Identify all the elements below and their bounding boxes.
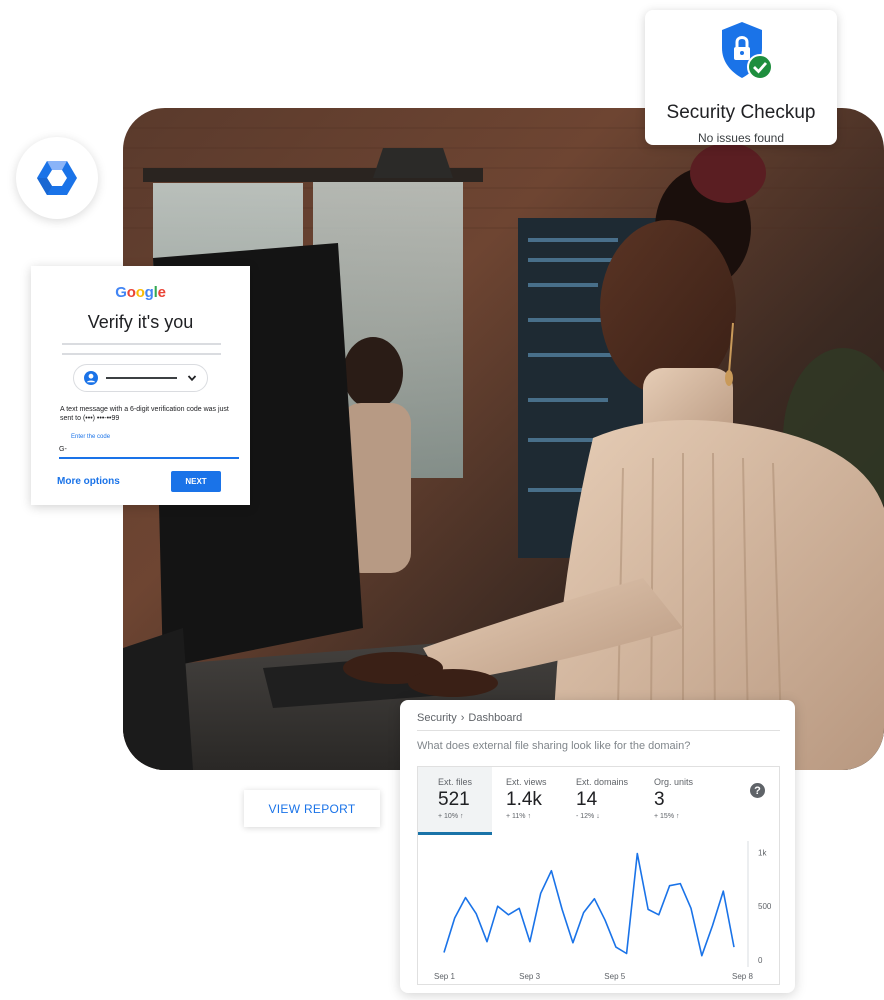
- more-options-link[interactable]: More options: [57, 476, 120, 487]
- metric-value: 3: [654, 789, 665, 810]
- metric-label: Ext. files: [438, 777, 473, 787]
- metric-org-units[interactable]: Org. units 3 + 15% ↑: [640, 767, 720, 835]
- metric-change: + 11% ↑: [506, 813, 531, 820]
- verification-message: A text message with a 6-digit verificati…: [60, 406, 229, 422]
- chevron-down-icon: [187, 375, 197, 382]
- divider: [62, 353, 221, 355]
- metric-value: 521: [438, 789, 470, 810]
- code-field-label: Enter the code: [71, 434, 111, 440]
- code-input[interactable]: G-: [59, 446, 67, 453]
- breadcrumb-dashboard: Dashboard: [468, 712, 523, 724]
- google-workspace-admin-icon: [37, 161, 77, 195]
- series-line: [443, 852, 735, 957]
- metric-change: + 10% ↑: [438, 813, 464, 820]
- wordmark-letter: o: [126, 284, 136, 301]
- wordmark-letter: o: [135, 284, 145, 301]
- account-email-placeholder: [106, 377, 177, 379]
- code-input-underline: [59, 457, 239, 459]
- metric-value: 1.4k: [506, 789, 542, 810]
- divider: [417, 730, 780, 731]
- next-button[interactable]: NEXT: [171, 471, 221, 492]
- metric-ext-domains[interactable]: Ext. domains 14 - 12% ↓: [562, 767, 640, 835]
- y-tick-label: 1k: [758, 848, 767, 857]
- metric-ext-files[interactable]: Ext. files 521 + 10% ↑: [418, 767, 492, 835]
- metric-change: + 15% ↑: [654, 813, 680, 820]
- breadcrumb-separator: ›: [460, 712, 465, 724]
- metric-label: Ext. views: [506, 777, 547, 787]
- metric-ext-views[interactable]: Ext. views 1.4k + 11% ↑: [492, 767, 562, 835]
- security-checkup-status: No issues found: [697, 131, 785, 145]
- y-tick-label: 0: [758, 956, 763, 965]
- view-report-button[interactable]: VIEW REPORT: [244, 790, 380, 827]
- google-wordmark: Google: [31, 284, 250, 301]
- shield-lock-check-icon: [722, 22, 773, 80]
- security-dashboard-card: Security › Dashboard What does external fi…: [400, 700, 795, 993]
- wordmark-letter: e: [157, 284, 166, 301]
- security-checkup-card[interactable]: Security Checkup No issues found: [645, 10, 837, 145]
- divider: [62, 343, 221, 345]
- account-circle-icon: [84, 371, 98, 385]
- x-tick-label: Sep 8: [732, 972, 753, 981]
- x-tick-label: Sep 1: [434, 972, 455, 981]
- wordmark-letter: G: [115, 284, 127, 301]
- account-chip[interactable]: [73, 364, 208, 392]
- breadcrumb-security[interactable]: Security: [417, 712, 457, 724]
- verify-identity-card: Google Verify it's you A text message wi…: [31, 266, 250, 505]
- breadcrumb: Security › Dashboard: [417, 712, 522, 724]
- ext-files-line-chart: 0 500 1k Sep 1 Sep 3 Sep 5 Sep 8: [434, 841, 772, 981]
- dashboard-question: What does external file sharing look lik…: [417, 740, 691, 752]
- security-checkup-title: Security Checkup: [666, 102, 816, 123]
- metric-change: - 12% ↓: [576, 813, 600, 820]
- metric-label: Ext. domains: [576, 777, 629, 787]
- help-icon[interactable]: ?: [750, 783, 765, 798]
- x-tick-label: Sep 5: [604, 972, 625, 981]
- x-tick-label: Sep 3: [519, 972, 540, 981]
- admin-logo-badge: [16, 137, 98, 219]
- y-tick-label: 500: [758, 902, 772, 911]
- verify-heading: Verify it's you: [87, 312, 194, 332]
- metric-value: 14: [576, 789, 598, 810]
- metrics-panel: Ext. files 521 + 10% ↑ Ext. views 1.4k +…: [417, 766, 780, 985]
- wordmark-letter: g: [144, 284, 154, 301]
- metric-label: Org. units: [654, 777, 694, 787]
